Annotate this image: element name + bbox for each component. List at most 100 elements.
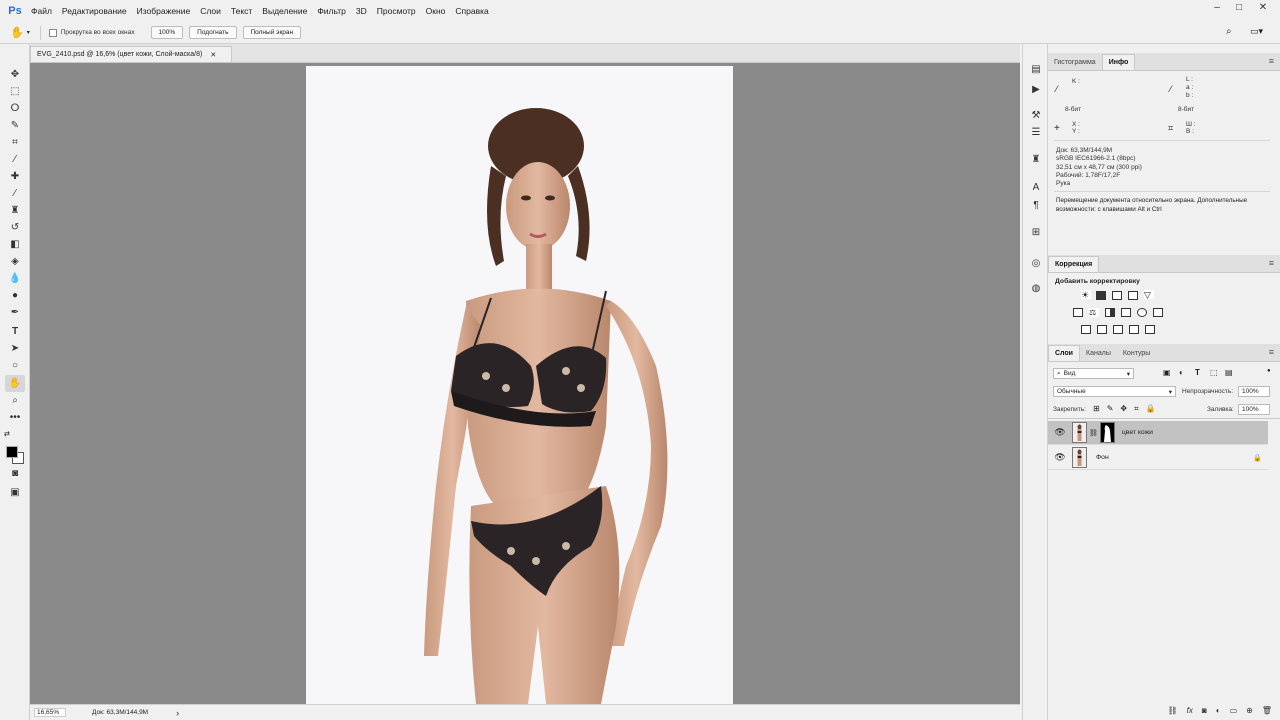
- invert-icon[interactable]: [1081, 325, 1091, 334]
- curves-icon[interactable]: [1112, 291, 1122, 300]
- photo-filter-icon[interactable]: [1121, 308, 1131, 317]
- filter-adjustment-icon[interactable]: ◐: [1179, 368, 1184, 377]
- vibrance-icon[interactable]: ▽: [1144, 290, 1154, 300]
- menu-file[interactable]: Файл: [26, 6, 57, 16]
- menu-edit[interactable]: Редактирование: [57, 6, 132, 16]
- link-icon[interactable]: ⛓: [1168, 706, 1178, 715]
- blur-tool-icon[interactable]: 💧: [5, 270, 25, 287]
- gradient-tool-icon[interactable]: ◈: [5, 253, 25, 270]
- layer-filter-select[interactable]: ⌕ Вид ▾: [1053, 368, 1134, 379]
- search-icon[interactable]: ⌕: [1226, 26, 1232, 37]
- menu-filter[interactable]: Фильтр: [312, 6, 351, 16]
- gradient-map-icon[interactable]: [1145, 325, 1155, 334]
- workspace-icon[interactable]: ▭▾: [1250, 26, 1263, 37]
- menu-window[interactable]: Окно: [421, 6, 451, 16]
- zoom-level-field[interactable]: 16,65%: [34, 708, 66, 717]
- threshold-icon[interactable]: [1113, 325, 1123, 334]
- fit-screen-button[interactable]: Подогнать: [189, 26, 237, 39]
- mask-icon[interactable]: ◙: [1202, 706, 1207, 715]
- quick-mask-icon[interactable]: ◙: [5, 465, 25, 482]
- hand-tool-icon[interactable]: ✋: [10, 26, 24, 39]
- hand-tool-icon[interactable]: ✋: [5, 375, 25, 392]
- zoom-tool-icon[interactable]: ⌕: [5, 392, 25, 409]
- link-icon[interactable]: ⛓: [1089, 429, 1098, 437]
- move-tool-icon[interactable]: ✥: [5, 66, 25, 83]
- layer-mask-thumbnail[interactable]: [1099, 422, 1115, 443]
- history-brush-tool-icon[interactable]: ↺: [5, 219, 25, 236]
- color-balance-icon[interactable]: ⚖: [1089, 308, 1099, 317]
- type-tool-icon[interactable]: T: [5, 323, 25, 340]
- screen-mode-icon[interactable]: ▣: [5, 484, 25, 501]
- trash-icon[interactable]: 🗑: [1262, 706, 1272, 715]
- filter-pixel-icon[interactable]: ▣: [1163, 368, 1171, 377]
- layer-name[interactable]: цвет кожи: [1122, 429, 1153, 436]
- levels-icon[interactable]: [1096, 291, 1106, 300]
- filter-shape-icon[interactable]: ⬚: [1210, 368, 1218, 377]
- clone-source-icon[interactable]: ♜: [1028, 152, 1044, 166]
- menu-layers[interactable]: Слои: [195, 6, 226, 16]
- glyphs-icon[interactable]: ⊞: [1028, 225, 1044, 239]
- brush-tool-icon[interactable]: ⁄: [5, 185, 25, 202]
- properties-icon[interactable]: ☰: [1028, 125, 1044, 139]
- tab-paths[interactable]: Контуры: [1117, 345, 1156, 361]
- foreground-color-swatch[interactable]: [6, 446, 18, 458]
- marquee-tool-icon[interactable]: ⬚: [5, 83, 25, 100]
- layer-row[interactable]: 👁 ⛓ цвет кожи: [1048, 421, 1268, 445]
- chevron-down-icon[interactable]: ▾: [27, 29, 30, 36]
- selective-color-icon[interactable]: [1129, 325, 1139, 334]
- black-white-icon[interactable]: [1105, 308, 1115, 317]
- filter-toggle-icon[interactable]: ●: [1267, 368, 1271, 374]
- dodge-tool-icon[interactable]: ●: [5, 287, 25, 304]
- new-layer-icon[interactable]: ⊕: [1246, 706, 1253, 715]
- panel-menu-icon[interactable]: ≡: [1269, 56, 1274, 66]
- shape-tool-icon[interactable]: ○: [5, 357, 25, 374]
- tab-histogram[interactable]: Гистограмма: [1048, 54, 1102, 70]
- menu-view[interactable]: Просмотр: [372, 6, 421, 16]
- menu-image[interactable]: Изображение: [132, 6, 196, 16]
- adjustment-icon[interactable]: ◐: [1216, 706, 1221, 715]
- visibility-eye-icon[interactable]: 👁: [1054, 427, 1066, 438]
- eraser-tool-icon[interactable]: ◧: [5, 236, 25, 253]
- fill-screen-button[interactable]: Полный экран: [242, 26, 302, 39]
- panel-menu-icon[interactable]: ≡: [1269, 258, 1274, 268]
- close-window-button[interactable]: ✕: [1254, 0, 1272, 14]
- maximize-button[interactable]: □: [1230, 0, 1248, 14]
- document-tab[interactable]: EVG_2410.psd @ 16,6% (цвет кожи, Слой-ма…: [30, 46, 232, 62]
- exposure-icon[interactable]: [1128, 291, 1138, 300]
- pen-tool-icon[interactable]: ✒: [5, 304, 25, 321]
- status-menu-arrow[interactable]: ›: [176, 708, 179, 718]
- layer-row[interactable]: 👁 Фон 🔒: [1048, 446, 1268, 470]
- visibility-eye-icon[interactable]: 👁: [1054, 452, 1066, 463]
- tab-layers[interactable]: Слои: [1048, 345, 1080, 361]
- history-panel-icon[interactable]: ▤: [1028, 62, 1044, 76]
- folder-icon[interactable]: ▭: [1230, 706, 1238, 715]
- quick-selection-tool-icon[interactable]: ✎: [5, 117, 25, 134]
- healing-brush-tool-icon[interactable]: ✚: [5, 168, 25, 185]
- close-tab-icon[interactable]: ✕: [210, 51, 216, 59]
- tab-channels[interactable]: Каналы: [1080, 345, 1117, 361]
- minimize-button[interactable]: –: [1208, 0, 1226, 14]
- menu-3d[interactable]: 3D: [351, 6, 372, 16]
- character-panel-icon[interactable]: A: [1028, 180, 1044, 194]
- tab-info[interactable]: Инфо: [1101, 54, 1136, 70]
- posterize-icon[interactable]: [1097, 325, 1107, 334]
- eyedropper-tool-icon[interactable]: ⁄: [5, 151, 25, 168]
- fill-field[interactable]: 100%: [1238, 404, 1270, 415]
- layer-name[interactable]: Фон: [1096, 454, 1109, 461]
- libraries-icon[interactable]: ◎: [1028, 256, 1044, 270]
- zoom-100-button[interactable]: 100%: [150, 26, 184, 39]
- menu-type[interactable]: Текст: [226, 6, 257, 16]
- clone-stamp-tool-icon[interactable]: ♜: [5, 202, 25, 219]
- lock-icons[interactable]: ⊞✎✥⌗🔒: [1093, 404, 1163, 414]
- brightness-contrast-icon[interactable]: ☀: [1081, 290, 1091, 300]
- scroll-all-windows-checkbox[interactable]: [48, 28, 57, 37]
- crop-tool-icon[interactable]: ⌗: [5, 134, 25, 151]
- menu-select[interactable]: Выделение: [257, 6, 312, 16]
- hue-saturation-icon[interactable]: [1073, 308, 1083, 317]
- more-tools-icon[interactable]: •••: [5, 409, 25, 426]
- paragraph-panel-icon[interactable]: ¶: [1028, 198, 1044, 212]
- filter-type-icon[interactable]: T: [1195, 368, 1200, 377]
- lasso-tool-icon[interactable]: ⵔ: [5, 100, 25, 117]
- swap-colors-icon[interactable]: ⇄: [4, 430, 10, 438]
- image-canvas[interactable]: [306, 66, 733, 704]
